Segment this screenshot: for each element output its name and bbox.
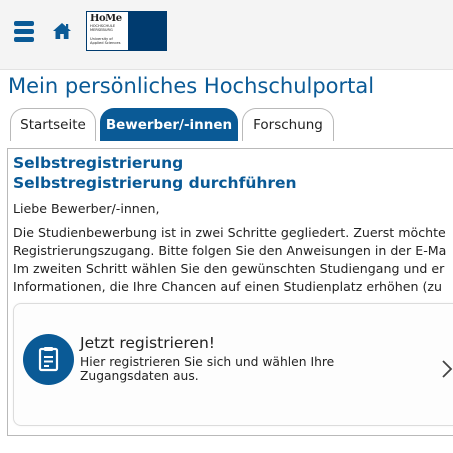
logo-blue-block [128, 12, 166, 50]
hamburger-menu-icon[interactable] [14, 20, 34, 42]
tab-startseite[interactable]: Startseite [10, 108, 96, 141]
university-logo[interactable]: HoMe HOCHSCHULE MERSEBURG University of … [86, 11, 167, 51]
card-title: Jetzt registrieren! [80, 334, 216, 352]
card-description: Hier registrieren Sie sich und wählen Ih… [80, 355, 335, 383]
section-heading: Selbstregistrierung [13, 154, 184, 172]
paragraph-line: Registrierungszugang. Bitte folgen Sie d… [13, 243, 447, 258]
greeting-text: Liebe Bewerber/-innen, [13, 201, 160, 216]
register-now-card[interactable]: Jetzt registrieren! Hier registrieren Si… [13, 303, 453, 426]
section-subheading: Selbstregistrierung durchführen [13, 174, 297, 192]
content-panel: Selbstregistrierung Selbstregistrierung … [7, 148, 453, 436]
paragraph-line: Im zweiten Schritt wählen Sie den gewüns… [13, 261, 445, 276]
tab-bewerber[interactable]: Bewerber/-innen [100, 108, 238, 141]
intro-paragraph: Die Studienbewerbung ist in zwei Schritt… [13, 224, 446, 296]
home-icon[interactable] [52, 22, 72, 40]
paragraph-line: Die Studienbewerbung ist in zwei Schritt… [13, 225, 446, 240]
page-title: Mein persönliches Hochschulportal [8, 74, 375, 98]
tab-forschung[interactable]: Forschung [242, 108, 334, 141]
paragraph-line: Informationen, die Ihre Chancen auf eine… [13, 279, 442, 294]
register-form-icon [23, 334, 74, 385]
chevron-right-icon[interactable] [440, 359, 453, 379]
top-bar: HoMe HOCHSCHULE MERSEBURG University of … [0, 0, 453, 70]
logo-wordmark: HoMe HOCHSCHULE MERSEBURG University of … [90, 14, 122, 46]
